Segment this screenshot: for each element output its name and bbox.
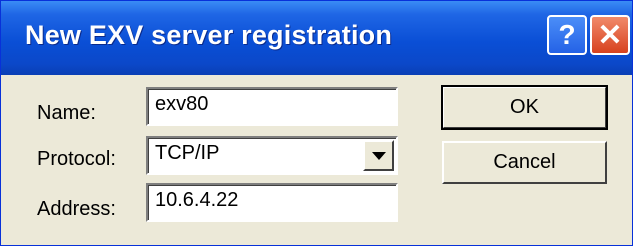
- protocol-dropdown-button[interactable]: [363, 140, 394, 171]
- help-button[interactable]: ?: [547, 15, 587, 55]
- chevron-down-icon: [371, 151, 386, 160]
- protocol-selected-value: TCP/IP: [155, 142, 220, 164]
- help-icon: ?: [558, 19, 576, 50]
- cancel-button[interactable]: Cancel: [442, 141, 607, 184]
- close-icon: ✕: [597, 18, 623, 52]
- address-label: Address:: [37, 198, 116, 220]
- protocol-select[interactable]: TCP/IP: [146, 136, 398, 175]
- name-label: Name:: [37, 102, 96, 124]
- title-bar[interactable]: New EXV server registration ? ✕: [1, 1, 632, 75]
- address-input[interactable]: 10.6.4.22: [146, 183, 398, 222]
- name-input[interactable]: exv80: [146, 87, 398, 126]
- window-title: New EXV server registration: [25, 20, 393, 50]
- dialog-window: New EXV server registration ? ✕ Name: ex…: [0, 0, 633, 246]
- protocol-label: Protocol:: [37, 148, 116, 170]
- ok-button[interactable]: OK: [441, 85, 608, 130]
- close-button[interactable]: ✕: [590, 15, 630, 55]
